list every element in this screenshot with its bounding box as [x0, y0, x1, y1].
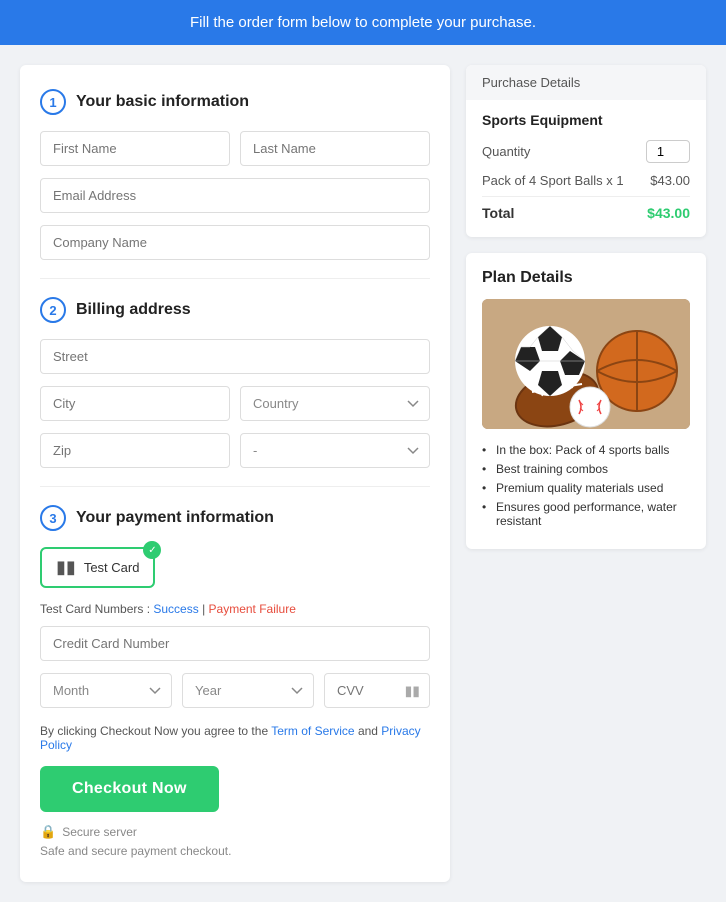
card-icon: ▮▮ — [56, 557, 76, 578]
safe-payment-text: Safe and secure payment checkout. — [40, 844, 430, 858]
tos-text: By clicking Checkout Now you agree to th… — [40, 724, 430, 752]
email-group — [40, 178, 430, 213]
zip-input[interactable] — [40, 433, 230, 468]
last-name-input[interactable] — [240, 131, 430, 166]
plan-bullets: In the box: Pack of 4 sports balls Best … — [482, 443, 690, 528]
year-select[interactable]: Year 202420252026 2027202820292030 — [182, 673, 314, 708]
bullet-4: Ensures good performance, water resistan… — [482, 500, 690, 528]
banner-text: Fill the order form below to complete yo… — [190, 14, 536, 31]
section3-title: Your payment information — [76, 509, 274, 527]
first-name-input[interactable] — [40, 131, 230, 166]
section1-title: Your basic information — [76, 93, 249, 111]
item-price: $43.00 — [650, 173, 690, 188]
bullet-3: Premium quality materials used — [482, 481, 690, 495]
section2-header: 2 Billing address — [40, 297, 430, 323]
cvv-wrapper: ▮▮ — [324, 673, 430, 708]
purchase-details-box: Purchase Details Sports Equipment Quanti… — [466, 65, 706, 237]
section3-header: 3 Your payment information — [40, 505, 430, 531]
zip-state-row: - — [40, 433, 430, 468]
date-cvv-row: Month JanuaryFebruaryMarch AprilMayJune … — [40, 673, 430, 708]
street-group — [40, 339, 430, 374]
street-input[interactable] — [40, 339, 430, 374]
quantity-row: Quantity — [482, 140, 690, 163]
city-country-row: Country United States United Kingdom Can… — [40, 386, 430, 421]
section1-number: 1 — [40, 89, 66, 115]
company-input[interactable] — [40, 225, 430, 260]
lock-icon: 🔒 — [40, 824, 56, 840]
item-row: Pack of 4 Sport Balls x 1 $43.00 — [482, 173, 690, 197]
plan-details-title: Plan Details — [482, 269, 690, 287]
total-row: Total $43.00 — [482, 205, 690, 221]
bullet-2: Best training combos — [482, 462, 690, 476]
quantity-label: Quantity — [482, 144, 530, 159]
product-name: Sports Equipment — [482, 112, 690, 128]
cvv-card-icon: ▮▮ — [405, 682, 420, 699]
purchase-details-title: Purchase Details — [466, 65, 706, 100]
divider1 — [40, 278, 430, 279]
secure-row: 🔒 Secure server — [40, 824, 430, 840]
section2-number: 2 — [40, 297, 66, 323]
total-label: Total — [482, 205, 514, 221]
checkout-button[interactable]: Checkout Now — [40, 766, 219, 812]
section1-header: 1 Your basic information — [40, 89, 430, 115]
country-select[interactable]: Country United States United Kingdom Can… — [240, 386, 430, 421]
company-group — [40, 225, 430, 260]
item-label: Pack of 4 Sport Balls x 1 — [482, 173, 624, 188]
tos-before: By clicking Checkout Now you agree to th… — [40, 724, 271, 738]
tos-link[interactable]: Term of Service — [271, 724, 354, 738]
card-option-label: Test Card — [84, 560, 140, 575]
quantity-input[interactable] — [646, 140, 690, 163]
cc-input-wrapper — [40, 626, 430, 661]
total-price: $43.00 — [647, 205, 690, 221]
name-row — [40, 131, 430, 166]
bullet-1: In the box: Pack of 4 sports balls — [482, 443, 690, 457]
sport-balls-image — [482, 299, 690, 429]
tos-mid: and — [358, 724, 381, 738]
card-check-icon: ✓ — [143, 541, 161, 559]
top-banner: Fill the order form below to complete yo… — [0, 0, 726, 45]
card-option[interactable]: ▮▮ Test Card ✓ — [40, 547, 155, 588]
state-select[interactable]: - — [240, 433, 430, 468]
cc-number-input[interactable] — [40, 626, 430, 661]
section2-title: Billing address — [76, 301, 191, 319]
failure-link[interactable]: Payment Failure — [209, 602, 296, 616]
right-panel: Purchase Details Sports Equipment Quanti… — [466, 65, 706, 882]
secure-label: Secure server — [62, 825, 137, 839]
plan-details-box: Plan Details — [466, 253, 706, 549]
month-select[interactable]: Month JanuaryFebruaryMarch AprilMayJune … — [40, 673, 172, 708]
test-card-text: Test Card Numbers : — [40, 602, 153, 616]
divider2 — [40, 486, 430, 487]
city-input[interactable] — [40, 386, 230, 421]
email-input[interactable] — [40, 178, 430, 213]
order-form-panel: 1 Your basic information 2 Billing a — [20, 65, 450, 882]
success-link[interactable]: Success — [153, 602, 198, 616]
test-card-note: Test Card Numbers : Success | Payment Fa… — [40, 602, 430, 616]
section3-number: 3 — [40, 505, 66, 531]
